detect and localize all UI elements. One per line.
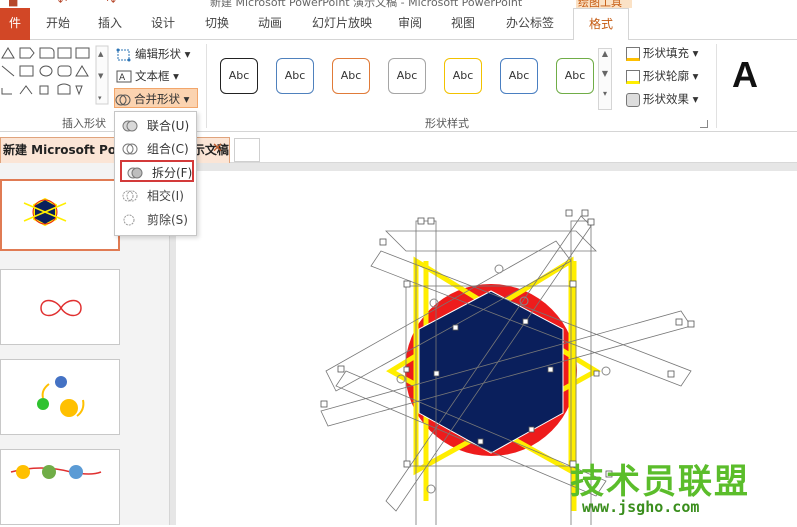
ribbon-separator <box>206 44 207 128</box>
square-shape-icon <box>39 85 49 95</box>
shape-style-3[interactable]: Abc <box>332 58 370 94</box>
text-vert-shape-icon <box>75 47 90 59</box>
tab-view[interactable]: 视图 <box>448 8 478 40</box>
triangle-shape-icon <box>1 47 15 59</box>
callout-shape-icon <box>75 85 83 96</box>
thumb-infinity-shape <box>40 299 82 317</box>
menu-item-union[interactable]: 联合(U) <box>117 115 194 137</box>
menu-item-union-label: 联合(U) <box>147 119 190 133</box>
edit-shape-icon <box>116 48 131 61</box>
rounded-shape-icon <box>57 65 72 77</box>
shape-style-6[interactable]: Abc <box>500 58 538 94</box>
round-rect-shape-icon <box>39 47 55 59</box>
shape-effects-button[interactable]: 形状效果 ▾ <box>626 88 698 110</box>
tab-animations[interactable]: 动画 <box>252 8 288 40</box>
ribbon-tabs: 件 开始 插入 设计 切换 动画 幻灯片放映 审阅 视图 办公标签 格式 <box>0 8 797 41</box>
merge-shapes-label: 合并形状 <box>134 92 180 106</box>
tab-home[interactable]: 开始 <box>40 8 76 40</box>
slide-thumbnail-1[interactable] <box>0 179 120 251</box>
insert-shapes-group-label: 插入形状 <box>62 117 106 130</box>
svg-text:▲: ▲ <box>98 50 104 58</box>
pen-icon <box>626 69 640 84</box>
site-watermark: 技术员联盟 www.jsgho.com <box>560 452 797 525</box>
shape-styles-dialog-launcher-icon[interactable] <box>700 120 708 128</box>
svg-text:▼: ▼ <box>98 72 104 80</box>
shape-fill-label: 形状填充 <box>643 46 689 60</box>
watermark-url: www.jsgho.com <box>582 498 700 516</box>
fragment-icon <box>127 167 143 179</box>
subtract-icon <box>123 214 135 226</box>
shape-style-4[interactable]: Abc <box>388 58 426 94</box>
menu-item-subtract-label: 剪除(S) <box>147 213 188 227</box>
wordart-style-a[interactable]: A <box>732 54 758 96</box>
merge-shapes-button[interactable]: 合并形状 ▾ <box>114 88 198 108</box>
text-box-label: 文本框 <box>135 69 170 83</box>
thumb-circles-shape <box>10 465 102 479</box>
textbox-shape-icon <box>57 47 72 59</box>
shape-fill-button[interactable]: 形状填充 ▾ <box>626 42 698 64</box>
window-title: 新建 Microsoft PowerPoint 演示文稿 - Microsoft… <box>210 0 523 8</box>
slide-thumbnail-3[interactable] <box>0 359 120 435</box>
line-shape-icon <box>1 65 15 77</box>
context-tab-group-text: 绘图工具 <box>578 0 622 8</box>
shape-outline-button[interactable]: 形状轮廓 ▾ <box>626 65 698 87</box>
menu-item-fragment[interactable]: 拆分(F) <box>120 160 194 182</box>
paint-bucket-icon <box>626 46 640 61</box>
tab-insert[interactable]: 插入 <box>92 8 128 40</box>
shape-effects-label: 形状效果 <box>643 92 689 106</box>
ribbon-separator-2 <box>716 44 717 128</box>
tab-transitions[interactable]: 切换 <box>199 8 235 40</box>
oval-shape-icon <box>39 65 53 77</box>
menu-item-fragment-label: 拆分(F) <box>152 166 193 180</box>
union-icon <box>122 120 138 132</box>
styles-gallery-scroll[interactable]: ▲ ▼ ▾ <box>598 48 612 110</box>
tab-format[interactable]: 格式 <box>573 8 629 41</box>
tab-slideshow[interactable]: 幻灯片放映 <box>306 8 378 40</box>
menu-item-combine[interactable]: 组合(C) <box>117 138 194 160</box>
shape-style-2[interactable]: Abc <box>276 58 314 94</box>
merge-shapes-icon <box>115 94 131 105</box>
edit-shape-label: 编辑形状 <box>135 47 181 61</box>
elbow-shape-icon <box>1 88 12 95</box>
watermark-title: 技术员联盟 <box>570 462 750 502</box>
tab-office-tabs[interactable]: 办公标签 <box>502 8 558 40</box>
title-bar: ■ ↶ ↷ 新建 Microsoft PowerPoint 演示文稿 - Mic… <box>0 0 797 8</box>
arrow-shape-icon <box>19 85 33 95</box>
slide-thumbnail-4[interactable] <box>0 449 120 525</box>
tab-review[interactable]: 审阅 <box>395 8 425 40</box>
text-box-icon: A <box>116 70 132 83</box>
shape-style-1[interactable]: Abc <box>220 58 258 94</box>
tab-file[interactable]: 件 <box>0 8 30 40</box>
effects-icon <box>626 92 640 107</box>
pentagon-shape-icon <box>19 47 35 59</box>
thumb-hexagon-shape <box>23 197 67 227</box>
rectangle-shape-icon <box>19 65 34 77</box>
quick-access-toolbar[interactable]: ■ ↶ ↷ <box>8 0 134 8</box>
shapes-gallery[interactable]: ▲ ▼ ▾ <box>0 44 112 106</box>
svg-text:A: A <box>119 73 126 83</box>
context-tab-group-label: 绘图工具 <box>576 0 632 8</box>
svg-text:▾: ▾ <box>98 94 102 102</box>
intersect-icon <box>122 190 138 202</box>
triangle2-shape-icon <box>75 65 89 77</box>
close-icon[interactable]: ✕ <box>212 141 223 156</box>
menu-item-intersect-label: 相交(I) <box>147 189 184 203</box>
slide-thumbnail-2[interactable] <box>0 269 120 345</box>
thumb-gears-shape <box>37 376 85 417</box>
wave-shape-icon <box>57 83 71 95</box>
shape-style-5[interactable]: Abc <box>444 58 482 94</box>
menu-item-subtract[interactable]: 剪除(S) <box>117 209 194 231</box>
combine-icon <box>122 143 138 155</box>
menu-item-intersect[interactable]: 相交(I) <box>117 185 194 207</box>
merge-shapes-menu: 联合(U) 组合(C) 拆分(F) 相交(I) 剪除(S) <box>114 111 197 236</box>
shape-styles-group-label: 形状样式 <box>425 117 469 130</box>
edit-shape-button[interactable]: 编辑形状 ▾ <box>116 44 190 64</box>
tab-design[interactable]: 设计 <box>145 8 181 40</box>
menu-item-combine-label: 组合(C) <box>147 142 189 156</box>
shape-style-7[interactable]: Abc <box>556 58 594 94</box>
new-tab-button[interactable] <box>234 138 260 162</box>
shape-outline-label: 形状轮廓 <box>643 69 689 83</box>
text-box-button[interactable]: A 文本框 ▾ <box>116 66 179 86</box>
